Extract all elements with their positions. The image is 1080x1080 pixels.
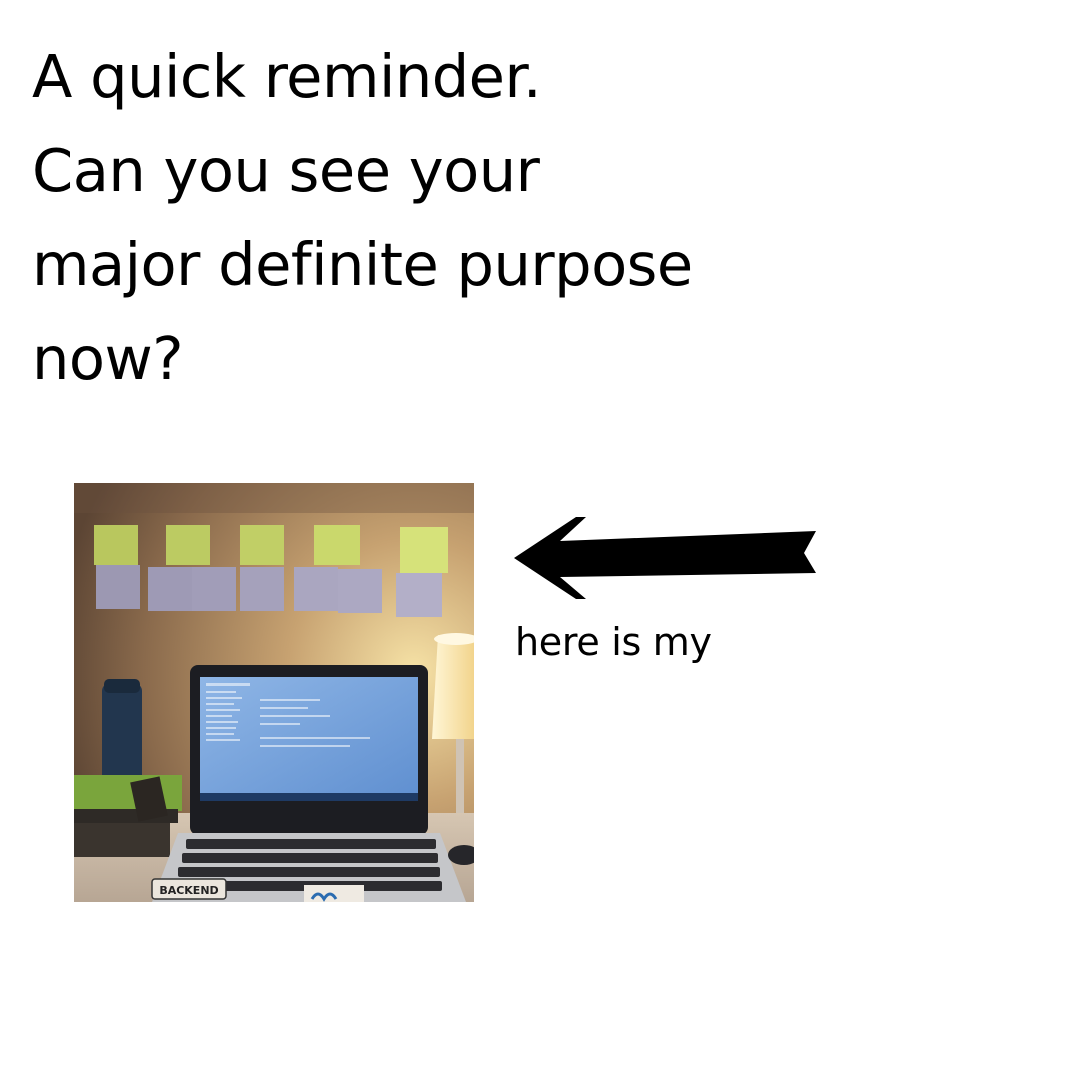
headline-line-3: major definite purpose [32,230,693,299]
laptop: BACKEND [151,665,466,902]
sticky-note [240,525,284,565]
sticky-note [94,525,138,565]
headline-line-1: A quick reminder. [32,42,542,111]
books-stack [74,775,182,857]
headline-line-4: now? [32,324,184,393]
sticky-note [240,567,284,611]
sticky-note [148,567,192,611]
sticky-note [396,573,442,617]
sticky-note [294,567,338,611]
logo-sticker [304,885,364,902]
left-arrow-icon [514,517,816,599]
water-bottle [102,679,142,787]
sticky-note [338,569,382,613]
sticky-note [166,525,210,565]
wall-shadow [74,483,474,513]
backend-sticker-text: BACKEND [159,884,218,897]
sticky-note [96,565,140,609]
arrow-shape [514,517,816,599]
sticky-note [192,567,236,611]
sticky-note [400,527,448,573]
headline: A quick reminder. Can you see your major… [32,30,932,406]
backend-sticker: BACKEND [151,878,227,900]
caption: here is my [515,620,712,664]
sticky-note [314,525,360,565]
desk-photo: BACKEND [74,483,474,902]
headline-line-2: Can you see your [32,136,540,205]
